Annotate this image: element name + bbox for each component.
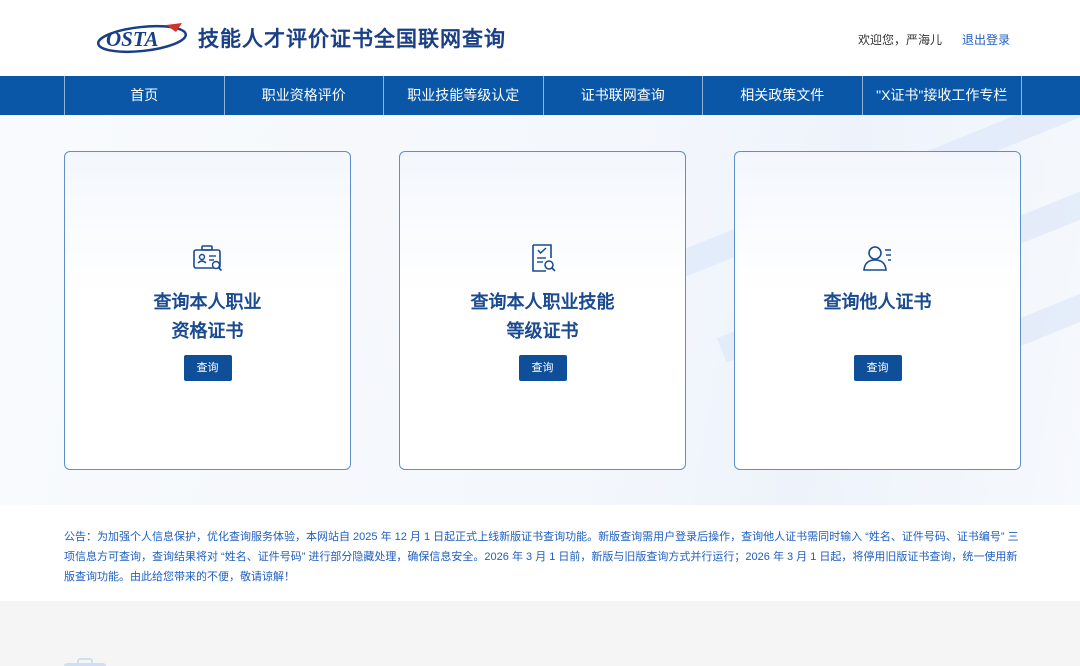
card-own-skill-level[interactable]: 查询本人职业技能 等级证书 查询 [399,151,686,470]
query-section: 查询本人职业 资格证书 查询 查询本人职业技能 等级证书 查询 查询他人证书 查… [0,115,1080,505]
logo-text: OSTA [106,27,159,51]
briefcase-icon [62,657,108,666]
nav-item-qualification[interactable]: 职业资格评价 [225,76,384,115]
user-list-icon [861,242,895,274]
card-title: 查询本人职业技能 等级证书 [400,288,685,346]
nav-item-skill-level[interactable]: 职业技能等级认定 [384,76,544,115]
logout-link[interactable]: 退出登录 [962,31,1010,48]
query-button-others-certificate[interactable]: 查询 [853,355,902,381]
id-card-search-icon [191,242,225,274]
card-title: 查询本人职业 资格证书 [65,288,350,346]
site-header: OSTA 技能人才评价证书全国联网查询 欢迎您，严海儿 退出登录 [0,0,1080,76]
card-title-line1: 查询本人职业技能 [470,292,615,312]
card-title-line1: 查询他人证书 [823,292,932,312]
card-title-line1: 查询本人职业 [153,292,262,312]
nav-item-home[interactable]: 首页 [65,76,225,115]
site-logo[interactable]: OSTA 技能人才评价证书全国联网查询 [96,20,506,56]
footer-section [0,601,1080,666]
site-title: 技能人才评价证书全国联网查询 [198,28,506,51]
nav-item-cert-query[interactable]: 证书联网查询 [544,76,703,115]
card-own-qualification[interactable]: 查询本人职业 资格证书 查询 [64,151,351,470]
user-area: 欢迎您，严海儿 退出登录 [858,31,1010,48]
query-button-own-skill-level[interactable]: 查询 [518,355,567,381]
certificate-search-icon [526,242,560,274]
query-button-own-qualification[interactable]: 查询 [183,355,232,381]
card-title: 查询他人证书 [735,288,1020,317]
welcome-text: 欢迎您，严海儿 [857,33,942,47]
nav-item-x-cert[interactable]: "X证书"接收工作专栏 [863,76,1022,115]
card-title-line2: 资格证书 [171,321,244,341]
osta-logo: OSTA [96,20,188,56]
card-others-certificate[interactable]: 查询他人证书 查询 [734,151,1021,470]
card-title-line2: 等级证书 [506,321,579,341]
nav-item-policy[interactable]: 相关政策文件 [703,76,863,115]
announcement-text: 公告：为加强个人信息保护，优化查询服务体验，本网站自 2025 年 12 月 1… [64,531,1019,583]
main-nav: 首页 职业资格评价 职业技能等级认定 证书联网查询 相关政策文件 "X证书"接收… [0,76,1080,115]
